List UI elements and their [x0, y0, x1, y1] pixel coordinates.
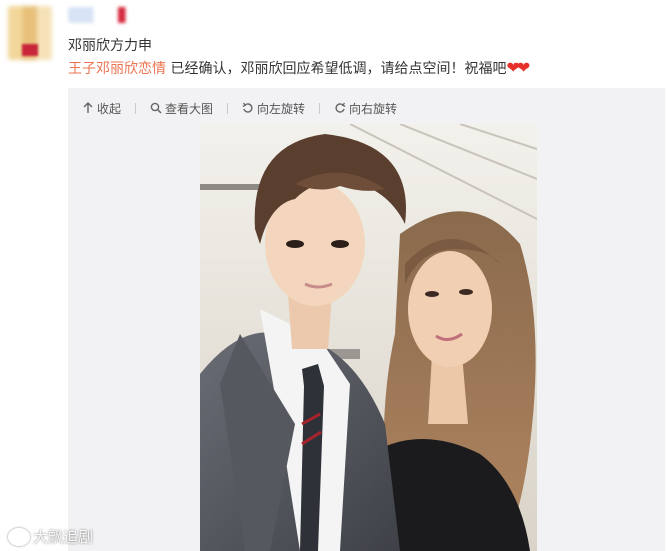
rotate-left-icon — [242, 102, 253, 113]
magnifier-icon — [150, 102, 162, 114]
rotate-left-label: 向左旋转 — [257, 101, 306, 116]
rotate-right-button[interactable]: 向右旋转 — [334, 100, 397, 117]
rotate-right-label: 向右旋转 — [349, 101, 398, 116]
watermark: 大飘追剧 — [8, 526, 93, 547]
avatar-badge — [22, 44, 38, 56]
toolbar-divider — [227, 102, 229, 114]
toolbar-divider — [319, 102, 321, 114]
post-content: 王子邓丽欣恋情 已经确认，邓丽欣回应希望低调，请给点空间！祝福吧❤❤ — [68, 58, 530, 78]
weibo-logo-icon — [8, 527, 30, 546]
photo-illustration — [200, 124, 537, 551]
toolbar-divider — [135, 102, 137, 114]
view-large-button[interactable]: 查看大图 — [150, 100, 213, 117]
topic-link[interactable]: 王子邓丽欣恋情 — [68, 61, 166, 77]
media-toolbar: 收起 查看大图 向左旋转 向右旋转 — [82, 99, 397, 117]
author-line: 邓丽欣方力申 — [68, 38, 152, 54]
rotate-right-icon — [335, 102, 346, 113]
media-expanded-box: 收起 查看大图 向左旋转 向右旋转 — [68, 88, 665, 551]
view-large-label: 查看大图 — [165, 101, 214, 116]
collapse-button[interactable]: 收起 — [82, 100, 121, 117]
watermark-text: 大飘追剧 — [33, 528, 94, 546]
post-photo[interactable] — [200, 124, 537, 551]
weibo-post: 邓丽欣方力申 王子邓丽欣恋情 已经确认，邓丽欣回应希望低调，请给点空间！祝福吧❤… — [0, 0, 667, 551]
collapse-label: 收起 — [97, 101, 122, 116]
blurred-username[interactable] — [68, 7, 132, 23]
rotate-left-button[interactable]: 向左旋转 — [242, 100, 305, 117]
collapse-arrow-icon — [83, 102, 93, 113]
heart-emoji: ❤❤ — [506, 58, 530, 77]
content-text: 已经确认，邓丽欣回应希望低调，请给点空间！祝福吧 — [166, 61, 507, 77]
